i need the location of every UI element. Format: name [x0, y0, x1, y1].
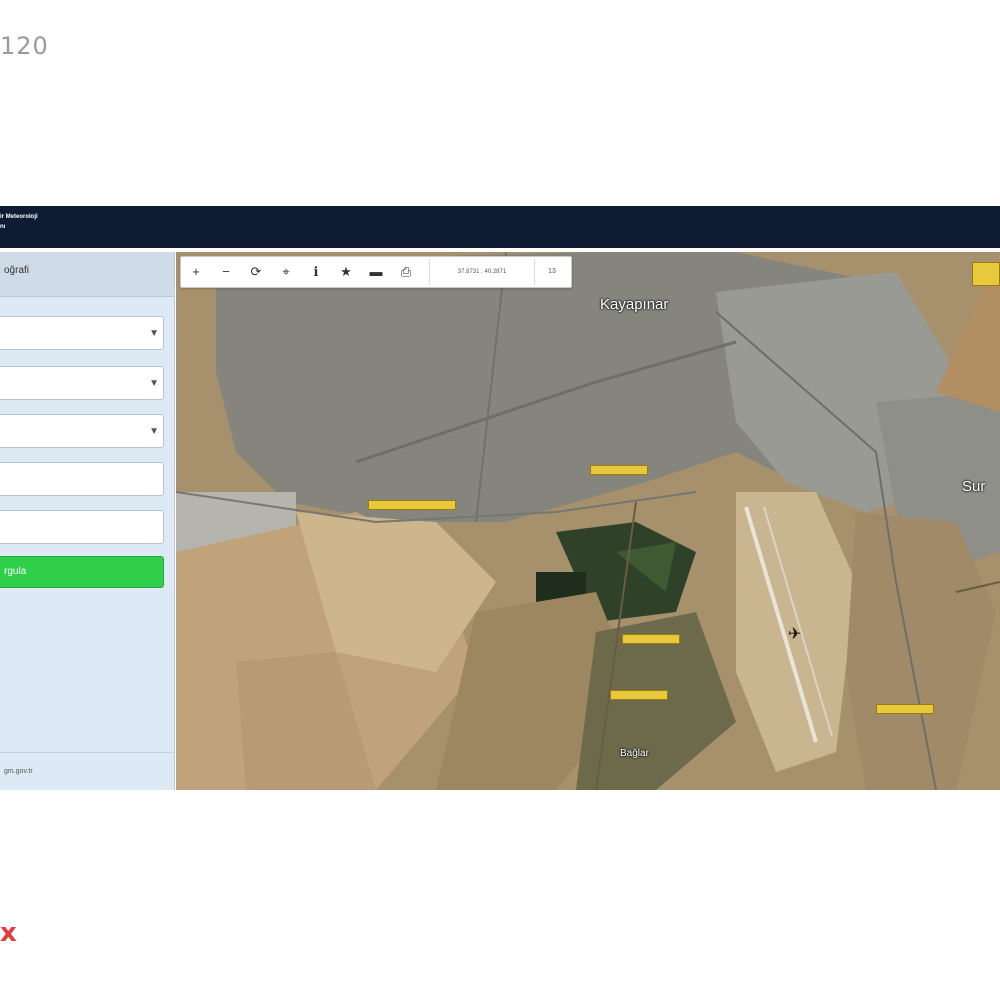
star-icon[interactable]: ★: [331, 257, 361, 287]
road-label: [610, 690, 668, 700]
app-title-line1: ir Meteoroloji: [0, 214, 38, 220]
query-button[interactable]: rgula: [0, 556, 164, 588]
coordinate-readout: 37.8731 : 40.2871: [429, 259, 535, 285]
measure-line-icon[interactable]: ▬: [361, 257, 391, 287]
footer-link[interactable]: gm.gov.tr: [4, 768, 33, 775]
app-header: ir Meteoroloji nı: [0, 206, 1000, 248]
road-label: [876, 704, 934, 714]
map-label-sur: Sur: [962, 478, 986, 495]
app-window: ir Meteoroloji nı oğrafi ▼ ▼ ▼ rgula gm.…: [0, 206, 1000, 790]
page-counter: 120: [0, 32, 49, 60]
input-field-2[interactable]: [0, 510, 164, 544]
info-icon[interactable]: ℹ: [301, 257, 331, 287]
refresh-icon[interactable]: ⟳: [241, 257, 271, 287]
input-field-1[interactable]: [0, 462, 164, 496]
zoom-in-icon[interactable]: +: [181, 257, 211, 287]
query-button-label: rgula: [4, 566, 27, 577]
close-icon[interactable]: x: [0, 918, 17, 948]
app-title: ir Meteoroloji nı: [0, 212, 38, 232]
chevron-down-icon: ▼: [149, 426, 159, 437]
road-label: [622, 634, 680, 644]
app-title-line2: nı: [0, 224, 6, 230]
road-label: [368, 500, 456, 510]
road-label: [972, 262, 1000, 286]
map-label-kayapinar: Kayapınar: [600, 296, 669, 313]
print-icon[interactable]: ⎙: [391, 257, 421, 287]
zoom-out-icon[interactable]: −: [211, 257, 241, 287]
dropdown-1[interactable]: ▼: [0, 316, 164, 350]
sidebar-header: oğrafi: [0, 252, 174, 297]
satellite-map[interactable]: Kayapınar Sur Bağlar ✈ + − ⟳ ⌖ ℹ ★ ▬ ⎙ 3…: [176, 252, 1000, 790]
sidebar: oğrafi ▼ ▼ ▼ rgula gm.gov.tr: [0, 252, 175, 790]
road-label: [590, 465, 648, 475]
chevron-down-icon: ▼: [149, 378, 159, 389]
sidebar-footer: gm.gov.tr: [0, 752, 174, 791]
chevron-down-icon: ▼: [149, 328, 159, 339]
map-label-baglar: Bağlar: [620, 748, 649, 759]
map-toolbar: + − ⟳ ⌖ ℹ ★ ▬ ⎙ 37.8731 : 40.2871 13: [180, 256, 572, 288]
airport-icon: ✈: [788, 626, 802, 643]
dropdown-3[interactable]: ▼: [0, 414, 164, 448]
locate-icon[interactable]: ⌖: [271, 257, 301, 287]
sidebar-heading: oğrafi: [4, 265, 30, 276]
zoom-level: 13: [548, 268, 556, 275]
dropdown-2[interactable]: ▼: [0, 366, 164, 400]
